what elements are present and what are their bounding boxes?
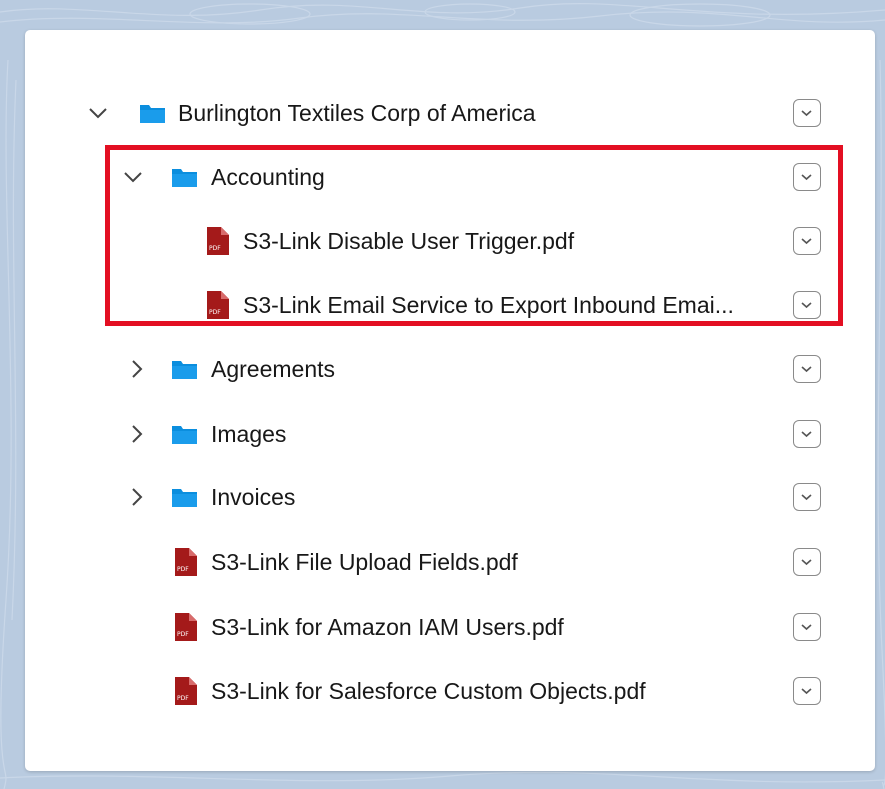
tree-item-label: S3-Link for Salesforce Custom Objects.pd… bbox=[211, 678, 646, 704]
row-actions-menu-button[interactable] bbox=[793, 227, 821, 255]
chevron-right-icon[interactable] bbox=[126, 358, 148, 380]
chevron-down-icon bbox=[801, 494, 812, 501]
chevron-down-icon bbox=[801, 431, 812, 438]
row-actions-menu-button[interactable] bbox=[793, 99, 821, 127]
chevron-down-icon[interactable] bbox=[122, 166, 144, 188]
tree-item-folder-agreements[interactable]: Agreements bbox=[25, 344, 875, 394]
folder-icon bbox=[172, 489, 197, 507]
tree-item-label: S3-Link Email Service to Export Inbound … bbox=[243, 292, 734, 318]
tree-item-folder-invoices[interactable]: Invoices bbox=[25, 472, 875, 522]
tree-item-file[interactable]: PDF S3-Link for Amazon IAM Users.pdf bbox=[25, 602, 875, 652]
chevron-right-icon[interactable] bbox=[126, 423, 148, 445]
row-actions-menu-button[interactable] bbox=[793, 483, 821, 511]
svg-text:PDF: PDF bbox=[209, 245, 221, 252]
row-actions-menu-button[interactable] bbox=[793, 355, 821, 383]
tree-item-label: Agreements bbox=[211, 356, 336, 382]
row-actions-menu-button[interactable] bbox=[793, 677, 821, 705]
folder-icon bbox=[140, 105, 165, 123]
pdf-icon: PDF bbox=[175, 548, 197, 576]
tree-item-label: Burlington Textiles Corp of America bbox=[178, 100, 536, 126]
chevron-down-icon bbox=[801, 302, 812, 309]
chevron-down-icon bbox=[801, 110, 812, 117]
tree-item-label: Accounting bbox=[211, 164, 325, 190]
svg-text:PDF: PDF bbox=[209, 309, 221, 316]
tree-item-file[interactable]: PDF S3-Link Disable User Trigger.pdf bbox=[25, 216, 875, 266]
row-actions-menu-button[interactable] bbox=[793, 163, 821, 191]
row-actions-menu-button[interactable] bbox=[793, 613, 821, 641]
row-actions-menu-button[interactable] bbox=[793, 548, 821, 576]
tree-item-folder-accounting[interactable]: Accounting bbox=[25, 152, 875, 202]
tree-item-root[interactable]: Burlington Textiles Corp of America bbox=[25, 88, 875, 138]
folder-icon bbox=[172, 361, 197, 379]
pdf-icon: PDF bbox=[175, 613, 197, 641]
tree-item-file[interactable]: PDF S3-Link for Salesforce Custom Object… bbox=[25, 666, 875, 716]
tree-item-label: Images bbox=[211, 421, 287, 447]
svg-text:PDF: PDF bbox=[177, 695, 189, 702]
file-tree-card: Burlington Textiles Corp of America Acco… bbox=[25, 30, 875, 771]
chevron-down-icon bbox=[801, 174, 812, 181]
chevron-down-icon bbox=[801, 366, 812, 373]
row-actions-menu-button[interactable] bbox=[793, 291, 821, 319]
tree-item-label: S3-Link for Amazon IAM Users.pdf bbox=[211, 614, 564, 640]
chevron-down-icon bbox=[801, 559, 812, 566]
chevron-down-icon bbox=[801, 624, 812, 631]
svg-text:PDF: PDF bbox=[177, 566, 189, 573]
pdf-icon: PDF bbox=[207, 291, 229, 319]
folder-icon bbox=[172, 169, 197, 187]
chevron-down-icon[interactable] bbox=[87, 102, 109, 124]
tree-item-file[interactable]: PDF S3-Link File Upload Fields.pdf bbox=[25, 537, 875, 587]
folder-icon bbox=[172, 426, 197, 444]
chevron-down-icon bbox=[801, 238, 812, 245]
tree-item-label: Invoices bbox=[211, 484, 296, 510]
tree-item-file[interactable]: PDF S3-Link Email Service to Export Inbo… bbox=[25, 280, 875, 330]
chevron-down-icon bbox=[801, 688, 812, 695]
chevron-right-icon[interactable] bbox=[126, 486, 148, 508]
tree-item-folder-images[interactable]: Images bbox=[25, 409, 875, 459]
tree-item-label: S3-Link File Upload Fields.pdf bbox=[211, 549, 518, 575]
tree-item-label: S3-Link Disable User Trigger.pdf bbox=[243, 228, 575, 254]
svg-text:PDF: PDF bbox=[177, 631, 189, 638]
row-actions-menu-button[interactable] bbox=[793, 420, 821, 448]
pdf-icon: PDF bbox=[207, 227, 229, 255]
pdf-icon: PDF bbox=[175, 677, 197, 705]
